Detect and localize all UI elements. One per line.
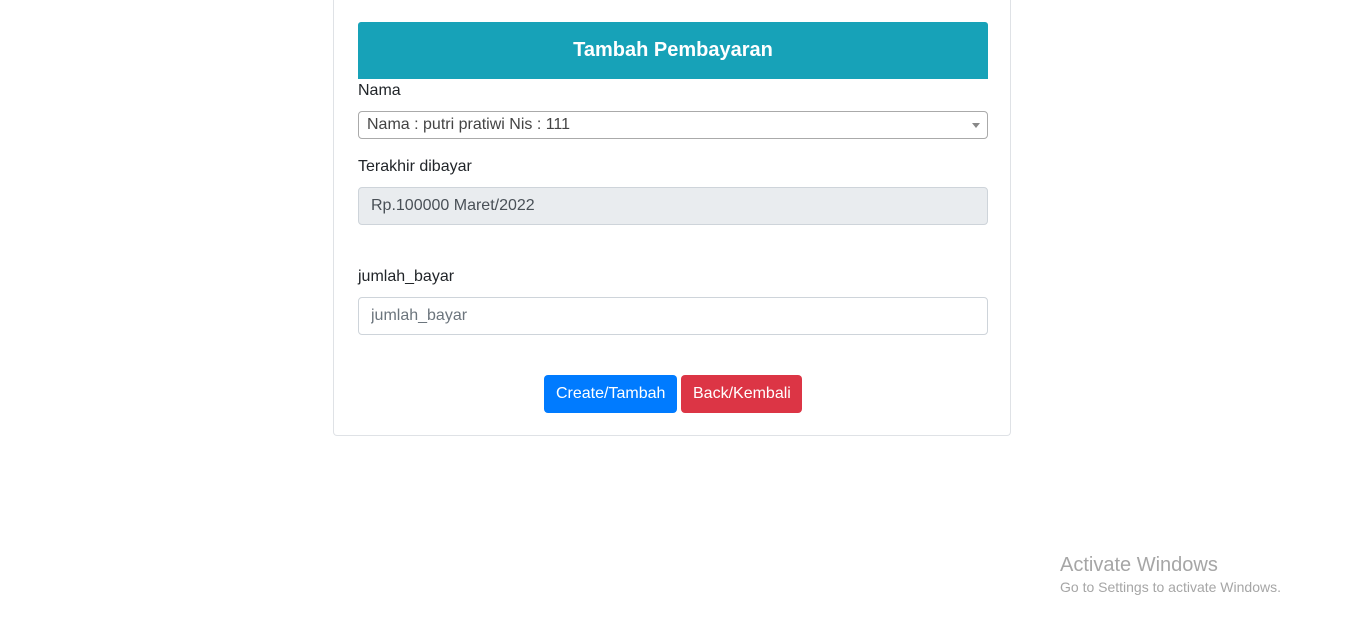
activate-windows-watermark: Activate Windows Go to Settings to activ… [1060, 553, 1281, 597]
jumlah-bayar-input[interactable] [358, 297, 988, 335]
jumlah-bayar-label: jumlah_bayar [358, 268, 455, 285]
create-button[interactable]: Create/Tambah [544, 375, 677, 413]
watermark-subtitle: Go to Settings to activate Windows. [1060, 579, 1281, 595]
chevron-down-icon [972, 123, 980, 128]
form-title: Tambah Pembayaran [358, 22, 988, 79]
watermark-title: Activate Windows [1060, 554, 1218, 576]
nama-select[interactable]: Nama : putri pratiwi Nis : 111 [358, 111, 988, 139]
terakhir-dibayar-field [358, 187, 988, 225]
nama-select-value: Nama : putri pratiwi Nis : 111 [367, 116, 571, 133]
nama-label: Nama [358, 82, 401, 99]
terakhir-dibayar-label: Terakhir dibayar [358, 158, 472, 175]
back-button[interactable]: Back/Kembali [681, 375, 802, 413]
